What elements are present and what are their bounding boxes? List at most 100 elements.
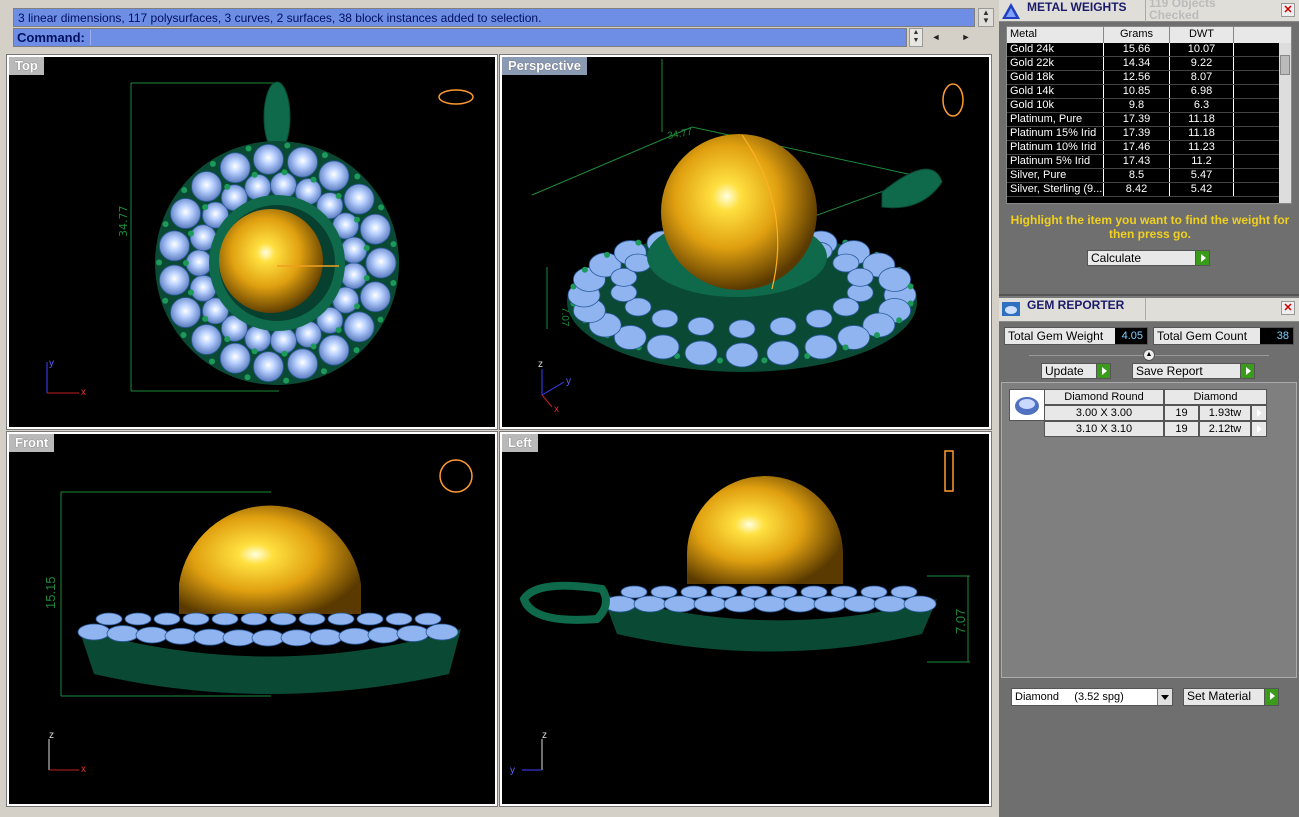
gem-reporter-body: Total Gem Weight 4.05 Total Gem Count 38… [999, 322, 1299, 817]
viewport-label-top[interactable]: Top [9, 57, 44, 75]
calculate-hint: Highlight the item you want to find the … [1010, 213, 1290, 241]
metal-dwt: 11.2 [1170, 155, 1234, 168]
metal-grams: 17.46 [1104, 141, 1170, 154]
set-material-button-label: Set Material [1187, 689, 1252, 703]
command-input[interactable] [90, 30, 902, 45]
close-icon[interactable]: ✕ [1281, 3, 1295, 17]
go-arrow-icon[interactable] [1251, 405, 1267, 421]
metal-dwt: 11.23 [1170, 141, 1234, 154]
gem-weight: 2.12tw [1199, 421, 1251, 437]
metal-row[interactable]: Gold 18k 12.56 8.07 [1007, 71, 1291, 85]
go-arrow-icon[interactable] [1240, 364, 1254, 378]
col-header-grams[interactable]: Grams [1104, 27, 1170, 43]
metal-row[interactable]: Platinum 5% Irid 17.43 11.2 [1007, 155, 1291, 169]
col-header-dwt[interactable]: DWT [1170, 27, 1234, 43]
go-arrow-icon[interactable] [1195, 251, 1209, 265]
metal-row[interactable]: Platinum 10% Irid 17.46 11.23 [1007, 141, 1291, 155]
metal-grams: 9.8 [1104, 99, 1170, 112]
metal-weights-header: Metal Grams DWT [1007, 27, 1291, 43]
axis-x-label: x [81, 387, 86, 398]
command-history: 3 linear dimensions, 117 polysurfaces, 3… [13, 8, 975, 27]
material-select[interactable]: Diamond (3.52 spg) [1011, 688, 1173, 706]
gem-shape-header: Diamond Round [1044, 389, 1164, 405]
gem-table: Diamond Round Diamond 3.00 X 3.00 19 1.9… [1044, 389, 1268, 437]
viewport-label-left[interactable]: Left [502, 434, 538, 452]
metal-weights-body: Metal Grams DWT Gold 24k 15.66 10.07 Gold 2… [999, 22, 1299, 296]
perspective-dimension-1: 34.77 [667, 127, 694, 142]
viewport-label-perspective[interactable]: Perspective [502, 57, 587, 75]
axis-z-label: z [538, 359, 543, 370]
gem-reporter-title: GEM REPORTER [1027, 298, 1125, 312]
metal-grams: 17.39 [1104, 127, 1170, 140]
metal-table-scrollbar[interactable] [1279, 43, 1291, 203]
metal-grams: 12.56 [1104, 71, 1170, 84]
metal-row[interactable]: Gold 10k 9.8 6.3 [1007, 99, 1291, 113]
metal-name: Platinum 15% Irid [1007, 127, 1104, 140]
metal-grams: 17.43 [1104, 155, 1170, 168]
metal-dwt: 10.07 [1170, 43, 1234, 56]
command-prompt-label: Command: [17, 30, 85, 45]
metal-grams: 14.34 [1104, 57, 1170, 70]
set-material-button[interactable]: Set Material [1183, 688, 1279, 706]
metal-row[interactable]: Gold 24k 15.66 10.07 [1007, 43, 1291, 57]
metal-name: Platinum 10% Irid [1007, 141, 1104, 154]
nav-left-icon[interactable]: ◄ [927, 28, 945, 47]
axis-y-label: y [49, 358, 54, 369]
metal-weights-title: METAL WEIGHTS [1027, 0, 1127, 14]
gem-halo [155, 141, 399, 385]
save-report-button[interactable]: Save Report [1132, 363, 1255, 379]
calculate-button-label: Calculate [1091, 251, 1142, 265]
axis-y-label: y [566, 376, 571, 387]
close-icon[interactable]: ✕ [1281, 301, 1295, 315]
command-line: Command: [13, 28, 907, 47]
metal-row[interactable]: Platinum 15% Irid 17.39 11.18 [1007, 127, 1291, 141]
material-select-value: Diamond (3.52 spg) [1015, 691, 1124, 703]
calculate-button[interactable]: Calculate [1087, 250, 1210, 266]
axis-z-label: z [49, 730, 54, 741]
axis-x-label: x [554, 404, 559, 415]
metal-dwt: 9.22 [1170, 57, 1234, 70]
command-area: 3 linear dimensions, 117 polysurfaces, 3… [8, 4, 996, 49]
gem-row[interactable]: 3.00 X 3.00 19 1.93tw [1044, 405, 1268, 421]
viewport-top[interactable]: Top 34.77 y x [6, 54, 498, 430]
metal-row[interactable]: Gold 22k 14.34 9.22 [1007, 57, 1291, 71]
col-header-metal[interactable]: Metal [1007, 27, 1104, 43]
metal-name: Silver, Pure [1007, 169, 1104, 182]
total-gem-weight-value: 4.05 [1115, 328, 1147, 344]
ring-orientation-icon [944, 450, 954, 492]
metal-name: Platinum, Pure [1007, 113, 1104, 126]
gem-reporter-titlebar: GEM REPORTER ✕ [999, 298, 1299, 322]
command-spinner[interactable]: ▲ ▼ [909, 28, 923, 47]
update-button[interactable]: Update [1041, 363, 1111, 379]
metal-name: Gold 14k [1007, 85, 1104, 98]
gem-size: 3.10 X 3.10 [1044, 421, 1164, 437]
left-dimension-text: 7.07 [953, 609, 968, 634]
gem-size: 3.00 X 3.00 [1044, 405, 1164, 421]
viewport-front[interactable]: Front 15.15 z x [6, 431, 498, 807]
total-gem-count-value: 38 [1260, 328, 1293, 344]
metal-dwt: 11.18 [1170, 127, 1234, 140]
viewport-left[interactable]: Left 7.07 z y [499, 431, 992, 807]
collapse-toggle-icon[interactable]: ▲ [1143, 349, 1155, 361]
history-scrollbar[interactable]: ▲ ▼ [978, 8, 994, 27]
ring-orientation-icon [438, 89, 474, 105]
go-arrow-icon[interactable] [1251, 421, 1267, 437]
viewport-label-front[interactable]: Front [9, 434, 55, 452]
go-arrow-icon[interactable] [1264, 689, 1278, 705]
metal-row[interactable]: Gold 14k 10.85 6.98 [1007, 85, 1291, 99]
metal-row[interactable]: Silver, Sterling (9... 8.42 5.42 [1007, 183, 1291, 197]
go-arrow-icon[interactable] [1096, 364, 1110, 378]
top-view-canvas: 34.77 y x [46, 81, 474, 398]
gem-list-area: Diamond Round Diamond 3.00 X 3.00 19 1.9… [1001, 382, 1297, 678]
metal-row[interactable]: Silver, Pure 8.5 5.47 [1007, 169, 1291, 183]
metal-name: Silver, Sterling (9... [1007, 183, 1104, 196]
metal-weights-table: Metal Grams DWT Gold 24k 15.66 10.07 Gold 2… [1006, 26, 1292, 204]
chevron-down-icon[interactable] [1157, 689, 1172, 705]
metal-row[interactable]: Platinum, Pure 17.39 11.18 [1007, 113, 1291, 127]
gem-row[interactable]: 3.10 X 3.10 19 2.12tw [1044, 421, 1268, 437]
nav-right-icon[interactable]: ► [957, 28, 975, 47]
metal-grams: 10.85 [1104, 85, 1170, 98]
ring-orientation-icon [439, 459, 473, 493]
perspective-view-canvas: 34.77 7.07 z y x [531, 59, 964, 415]
viewport-perspective[interactable]: Perspective 34.77 7.07 z y x [499, 54, 992, 430]
